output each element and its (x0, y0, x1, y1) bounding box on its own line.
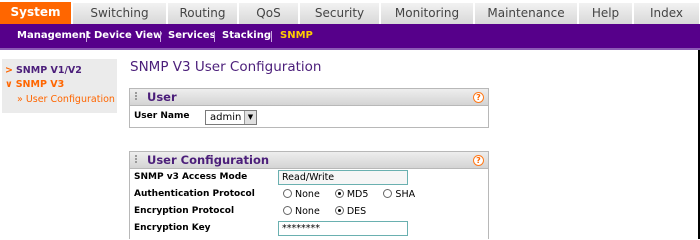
auth-option-label: MD5 (346, 189, 369, 200)
user-name-label: User Name (134, 111, 190, 121)
tab-switching[interactable]: Switching (73, 3, 167, 24)
radio-selected-icon[interactable] (334, 206, 344, 215)
radio-icon[interactable] (283, 189, 292, 198)
access-mode-field: Read/Write (278, 170, 408, 185)
access-mode-label: SNMP v3 Access Mode (134, 172, 248, 182)
tab-index[interactable]: Index (634, 3, 700, 24)
auth-option-none[interactable]: None (283, 189, 320, 200)
arrow-right-icon: > (5, 65, 13, 76)
user-name-value: admin (210, 112, 242, 123)
help-icon[interactable]: ? (473, 92, 484, 103)
auth-option-label: None (295, 189, 320, 200)
user-configuration-title: User Configuration (147, 153, 270, 167)
radio-icon[interactable] (283, 206, 292, 215)
auth-protocol-radios: None MD5 SHA (283, 189, 415, 200)
sidebar-item-snmp-v1v2[interactable]: > SNMP V1/V2 (5, 65, 82, 76)
subnav-stacking[interactable]: Stacking (222, 24, 271, 48)
user-name-select[interactable]: admin ▼ (205, 110, 257, 125)
auth-option-label: SHA (395, 189, 416, 200)
tab-qos[interactable]: QoS (239, 3, 299, 24)
double-arrow-icon: » (17, 94, 23, 105)
user-section: User ? User Name admin ▼ (129, 88, 489, 128)
sidebar-item-user-configuration[interactable]: » User Configuration (17, 94, 115, 105)
enc-protocol-radios: None DES (283, 206, 378, 217)
tab-system[interactable]: System (0, 2, 72, 24)
sidebar-item-snmp-v3[interactable]: ∨ SNMP V3 (5, 79, 64, 90)
subnav-management[interactable]: Management (17, 24, 91, 48)
access-mode-row: SNMP v3 Access Mode Read/Write (130, 169, 488, 186)
tab-routing[interactable]: Routing (168, 3, 238, 24)
tab-security[interactable]: Security (300, 3, 380, 24)
page-title: SNMP V3 User Configuration (130, 59, 322, 75)
subnav-separator (214, 31, 215, 42)
user-configuration-section: User Configuration ? SNMP v3 Access Mode… (129, 151, 489, 239)
user-configuration-header: User Configuration ? (130, 152, 488, 169)
tab-monitoring[interactable]: Monitoring (381, 3, 474, 24)
tab-maintenance[interactable]: Maintenance (475, 3, 578, 24)
help-icon[interactable]: ? (473, 155, 484, 166)
sub-nav-bar: Management Device View Services Stacking… (0, 24, 700, 48)
enc-option-des[interactable]: DES (334, 206, 367, 217)
subnav-snmp[interactable]: SNMP (280, 24, 313, 48)
subnav-device-view[interactable]: Device View (94, 24, 162, 48)
sidebar-item-label: SNMP V3 (15, 79, 65, 90)
chevron-down-icon: ∨ (5, 79, 13, 90)
subnav-separator (86, 31, 87, 42)
enc-protocol-row: Encryption Protocol None DES (130, 203, 488, 220)
subnav-services[interactable]: Services (168, 24, 216, 48)
drag-handle-icon (135, 155, 140, 164)
tab-help[interactable]: Help (579, 3, 633, 24)
enc-key-input[interactable]: ******** (278, 221, 408, 236)
sidebar: > SNMP V1/V2 ∨ SNMP V3 » User Configuration (0, 50, 117, 239)
enc-key-label: Encryption Key (134, 223, 211, 233)
enc-key-row: Encryption Key ******** (130, 220, 488, 237)
drag-handle-icon (135, 92, 140, 101)
radio-icon[interactable] (383, 189, 393, 198)
enc-option-none[interactable]: None (283, 206, 320, 217)
radio-selected-icon[interactable] (334, 189, 344, 198)
user-section-title: User (147, 90, 177, 104)
auth-protocol-row: Authentication Protocol None MD5 SHA (130, 186, 488, 203)
subnav-separator (160, 31, 161, 42)
sidebar-item-label: User Configuration (25, 94, 115, 105)
user-name-row: User Name admin ▼ (130, 108, 488, 125)
user-section-header: User ? (130, 89, 488, 106)
top-tab-bar: System Switching Routing QoS Security Mo… (0, 0, 700, 24)
chevron-down-icon[interactable]: ▼ (244, 111, 256, 124)
auth-option-md5[interactable]: MD5 (334, 189, 369, 200)
sidebar-item-label: SNMP V1/V2 (15, 65, 82, 76)
enc-option-label: None (295, 206, 320, 217)
enc-protocol-label: Encryption Protocol (134, 206, 235, 216)
enc-option-label: DES (346, 206, 367, 217)
auth-protocol-label: Authentication Protocol (134, 189, 255, 199)
auth-option-sha[interactable]: SHA (383, 189, 415, 200)
subnav-separator (271, 31, 272, 42)
